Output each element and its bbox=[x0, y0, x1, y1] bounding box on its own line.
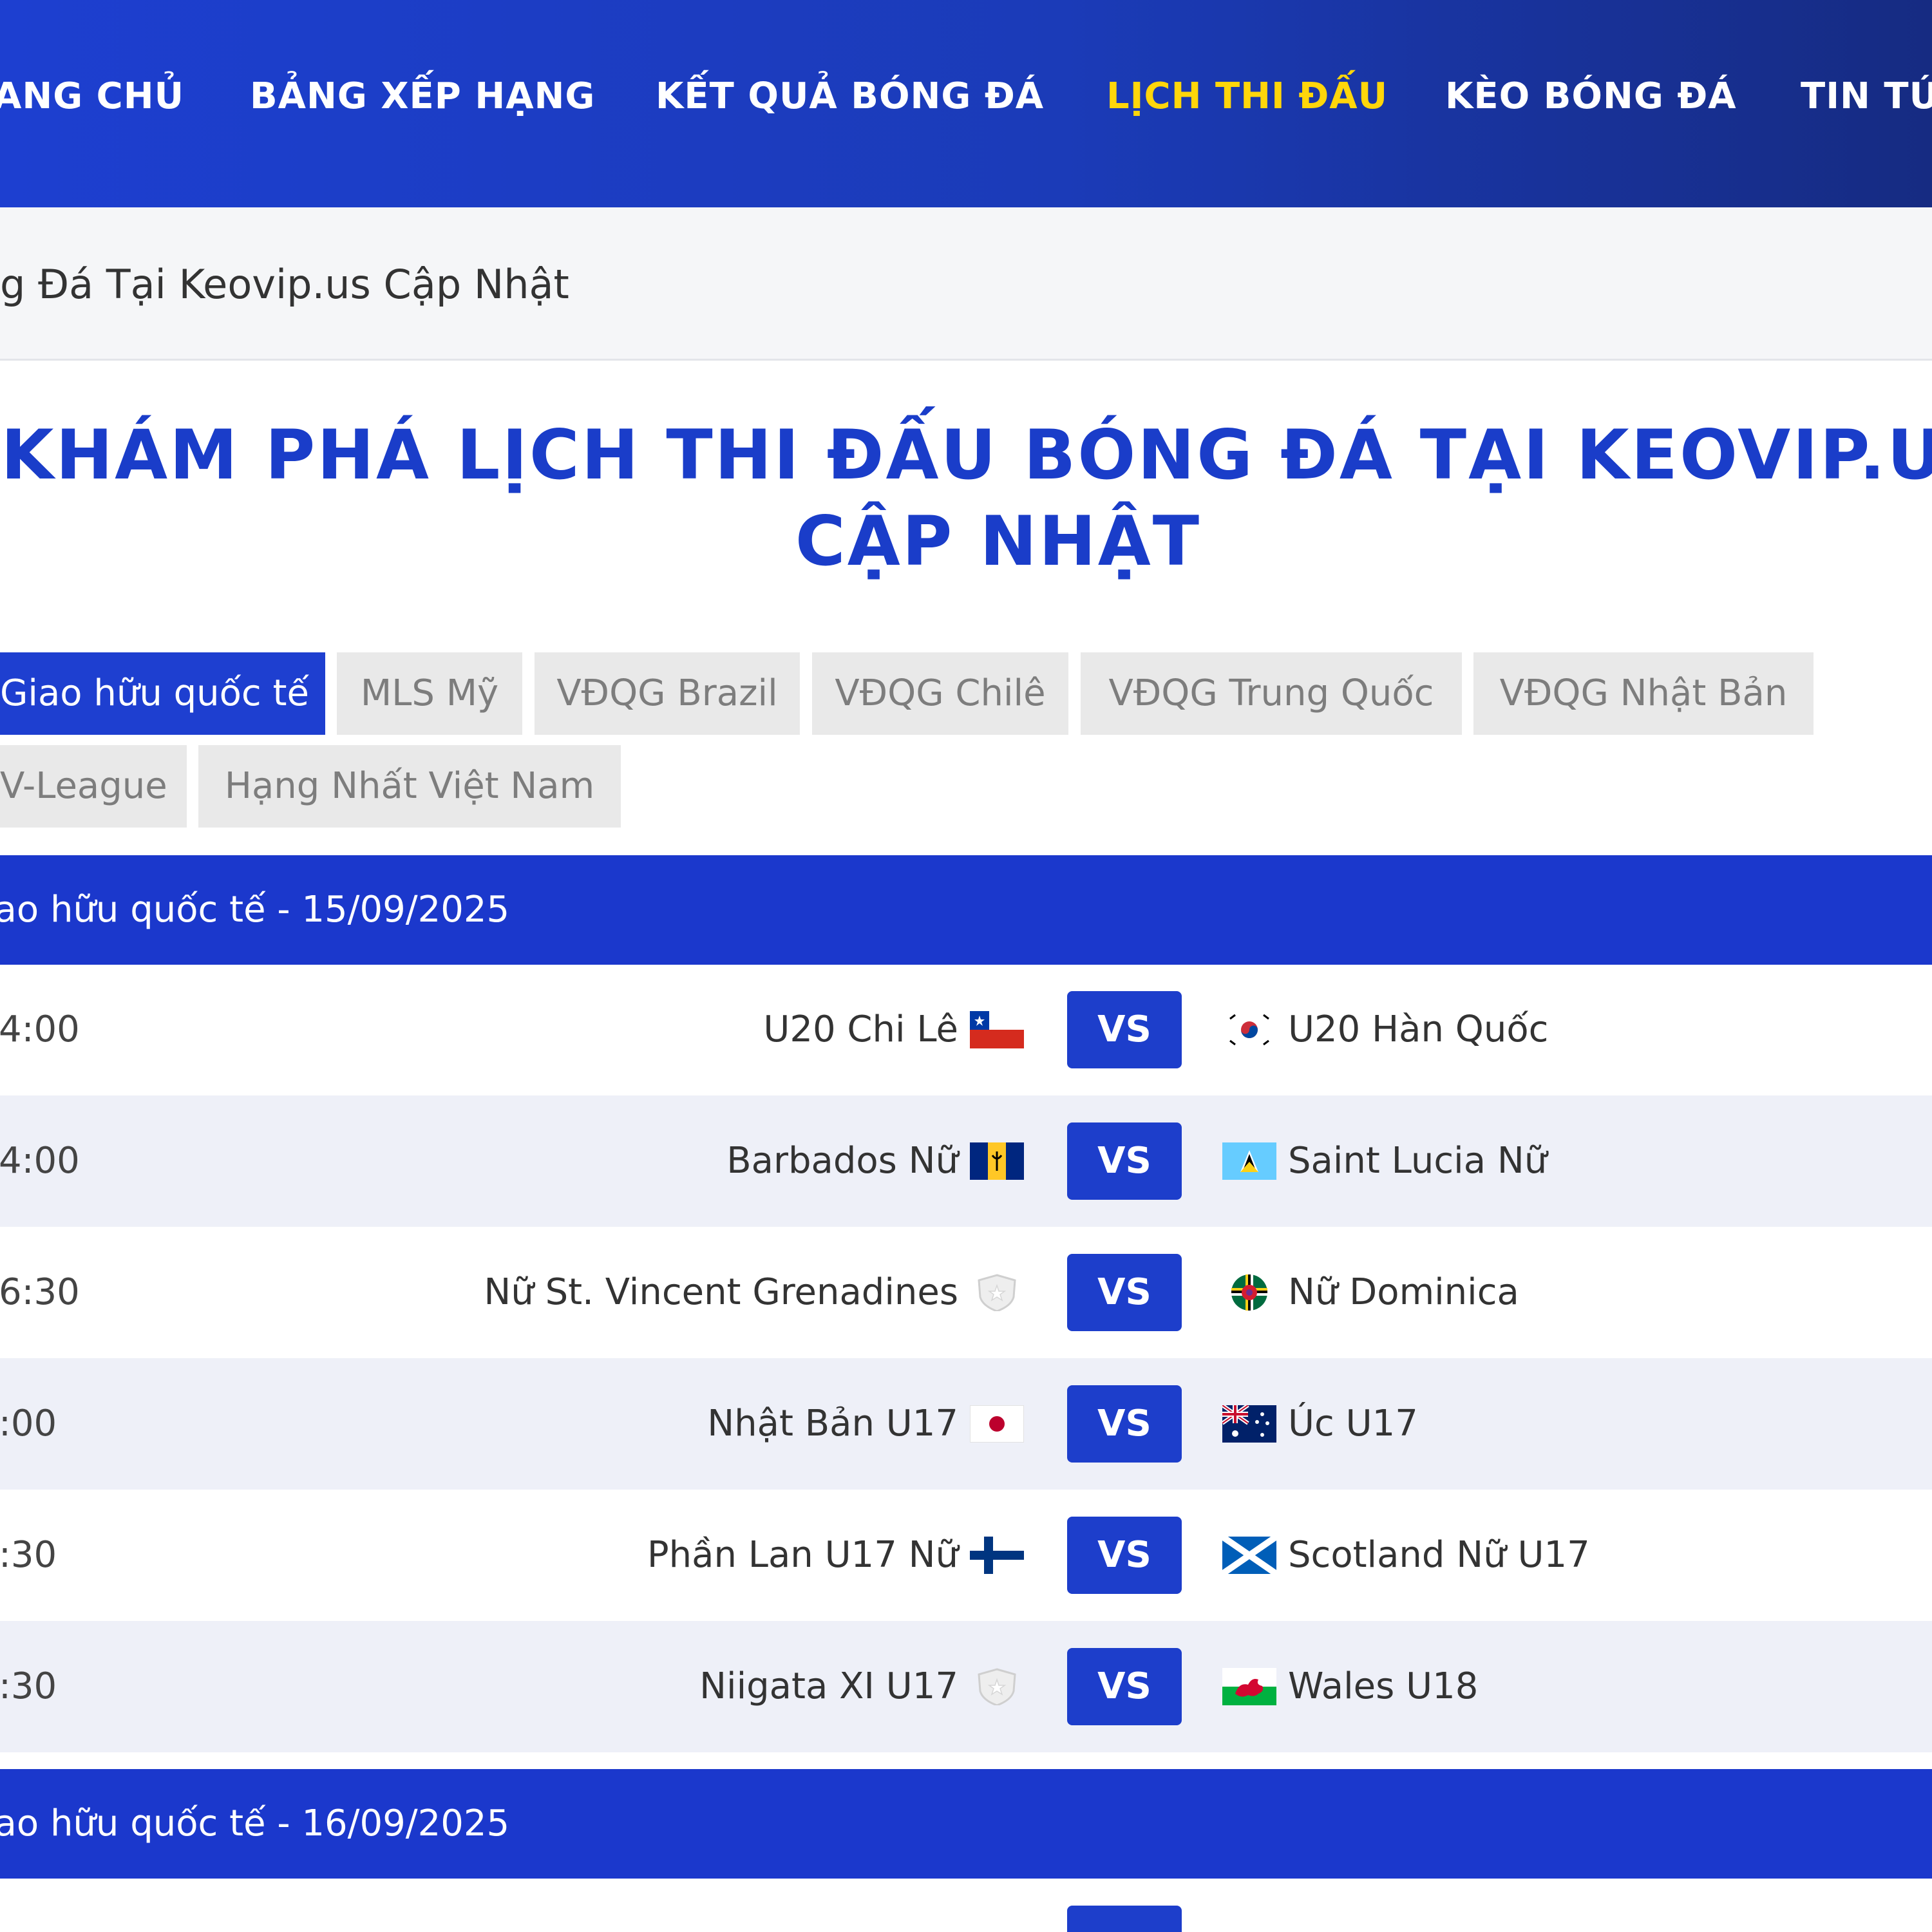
vs-button[interactable]: VS bbox=[1067, 991, 1182, 1068]
date-header: iao hữu quốc tế - 16/09/2025 bbox=[0, 1769, 1932, 1879]
home-team-name: Nhật Bản U17 bbox=[707, 1403, 958, 1444]
finland-flag-icon bbox=[970, 1537, 1024, 1574]
vs-button[interactable]: VS bbox=[1067, 1122, 1182, 1200]
australia-flag-icon bbox=[1222, 1405, 1276, 1443]
match-time: :00 bbox=[0, 1403, 57, 1444]
tab-vdqg-brazil[interactable]: VĐQG Brazil bbox=[535, 652, 800, 735]
breadcrumb: g Đá Tại Keovip.us Cập Nhật bbox=[0, 261, 569, 308]
scotland-flag-icon bbox=[1222, 1537, 1276, 1574]
tab-giao-huu-quoc-te[interactable]: Giao hữu quốc tế bbox=[0, 652, 325, 735]
tab-vdqg-trung-quoc[interactable]: VĐQG Trung Quốc bbox=[1081, 652, 1462, 735]
barbados-flag-icon bbox=[970, 1142, 1024, 1180]
vs-button[interactable]: VS bbox=[1067, 1648, 1182, 1725]
home-team-name: Phần Lan U17 Nữ bbox=[647, 1534, 958, 1576]
tab-v-league[interactable]: V-League bbox=[0, 745, 187, 828]
date-header: iao hữu quốc tế - 15/09/2025 bbox=[0, 855, 1932, 965]
match-time: :30 bbox=[0, 1534, 57, 1576]
default-shield-icon bbox=[970, 1274, 1024, 1311]
away-team-name: U20 Hàn Quốc bbox=[1288, 1009, 1549, 1050]
vs-button[interactable]: VS bbox=[1067, 1254, 1182, 1331]
page-title: KHÁM PHÁ LỊCH THI ĐẤU BÓNG ĐÁ TẠI KEOVIP… bbox=[0, 412, 1932, 585]
south-korea-flag-icon bbox=[1222, 1011, 1276, 1048]
nav-item-odds[interactable]: KÈO BÓNG ĐÁ bbox=[1445, 74, 1737, 119]
match-row[interactable]: :00 Nhật Bản U17 VS Úc U17 bbox=[0, 1358, 1932, 1490]
date-header-label: iao hữu quốc tế - 15/09/2025 bbox=[0, 889, 510, 931]
top-navigation-bar: ANG CHỦ BẢNG XẾP HẠNG KẾT QUẢ BÓNG ĐÁ LỊ… bbox=[0, 0, 1932, 207]
page-title-line-2: CẬP NHẬT bbox=[795, 502, 1202, 581]
default-shield-icon bbox=[970, 1668, 1024, 1705]
away-team-name: Scotland Nữ U17 bbox=[1288, 1534, 1590, 1576]
match-time: 4:00 bbox=[0, 1009, 80, 1050]
match-row[interactable]: :30 Niigata XI U17 VS Wales U18 bbox=[0, 1621, 1932, 1752]
vs-button[interactable] bbox=[1067, 1906, 1182, 1932]
date-header-label: iao hữu quốc tế - 16/09/2025 bbox=[0, 1803, 510, 1844]
tab-mls-my[interactable]: MLS Mỹ bbox=[337, 652, 522, 735]
vs-button[interactable]: VS bbox=[1067, 1517, 1182, 1594]
away-team-name: Wales U18 bbox=[1288, 1665, 1479, 1707]
match-row[interactable]: 4:00 U20 Chi Lê VS U20 Hàn Quốc bbox=[0, 964, 1932, 1095]
home-team-name: Niigata XI U17 bbox=[699, 1665, 958, 1707]
home-team-name: Barbados Nữ bbox=[726, 1140, 958, 1182]
dominica-flag-icon bbox=[1222, 1274, 1276, 1311]
wales-flag-icon bbox=[1222, 1668, 1276, 1705]
tab-vdqg-chile[interactable]: VĐQG Chilê bbox=[812, 652, 1068, 735]
nav-item-standings[interactable]: BẢNG XẾP HẠNG bbox=[250, 74, 595, 119]
match-time: :30 bbox=[0, 1665, 57, 1707]
away-team-name: Saint Lucia Nữ bbox=[1288, 1140, 1548, 1182]
japan-flag-icon bbox=[970, 1405, 1024, 1443]
match-row[interactable]: 6:30 Nữ St. Vincent Grenadines VS Nữ Dom… bbox=[0, 1227, 1932, 1358]
nav-item-home[interactable]: ANG CHỦ bbox=[0, 74, 184, 119]
match-time: 4:00 bbox=[0, 1140, 80, 1182]
chile-flag-icon bbox=[970, 1011, 1024, 1048]
match-time: 6:30 bbox=[0, 1271, 80, 1313]
match-row[interactable]: 4:00 Barbados Nữ VS Saint Lucia Nữ bbox=[0, 1095, 1932, 1227]
page-title-line-1: KHÁM PHÁ LỊCH THI ĐẤU BÓNG ĐÁ TẠI KEOVIP… bbox=[1, 415, 1932, 495]
nav-item-results[interactable]: KẾT QUẢ BÓNG ĐÁ bbox=[656, 74, 1044, 119]
tab-hang-nhat-viet-nam[interactable]: Hạng Nhất Việt Nam bbox=[198, 745, 621, 828]
away-team-name: Úc U17 bbox=[1288, 1403, 1418, 1444]
away-team-name: Nữ Dominica bbox=[1288, 1271, 1519, 1313]
home-team-name: U20 Chi Lê bbox=[763, 1009, 958, 1050]
saint-lucia-flag-icon bbox=[1222, 1142, 1276, 1180]
nav-item-news[interactable]: TIN TỨ bbox=[1801, 74, 1932, 119]
home-team-name: Nữ St. Vincent Grenadines bbox=[484, 1271, 958, 1313]
nav-item-schedule[interactable]: LỊCH THI ĐẤU bbox=[1106, 74, 1388, 119]
tab-vdqg-nhat-ban[interactable]: VĐQG Nhật Bản bbox=[1473, 652, 1814, 735]
match-row[interactable] bbox=[0, 1879, 1932, 1932]
vs-button[interactable]: VS bbox=[1067, 1385, 1182, 1463]
match-row[interactable]: :30 Phần Lan U17 Nữ VS Scotland Nữ U17 bbox=[0, 1490, 1932, 1621]
